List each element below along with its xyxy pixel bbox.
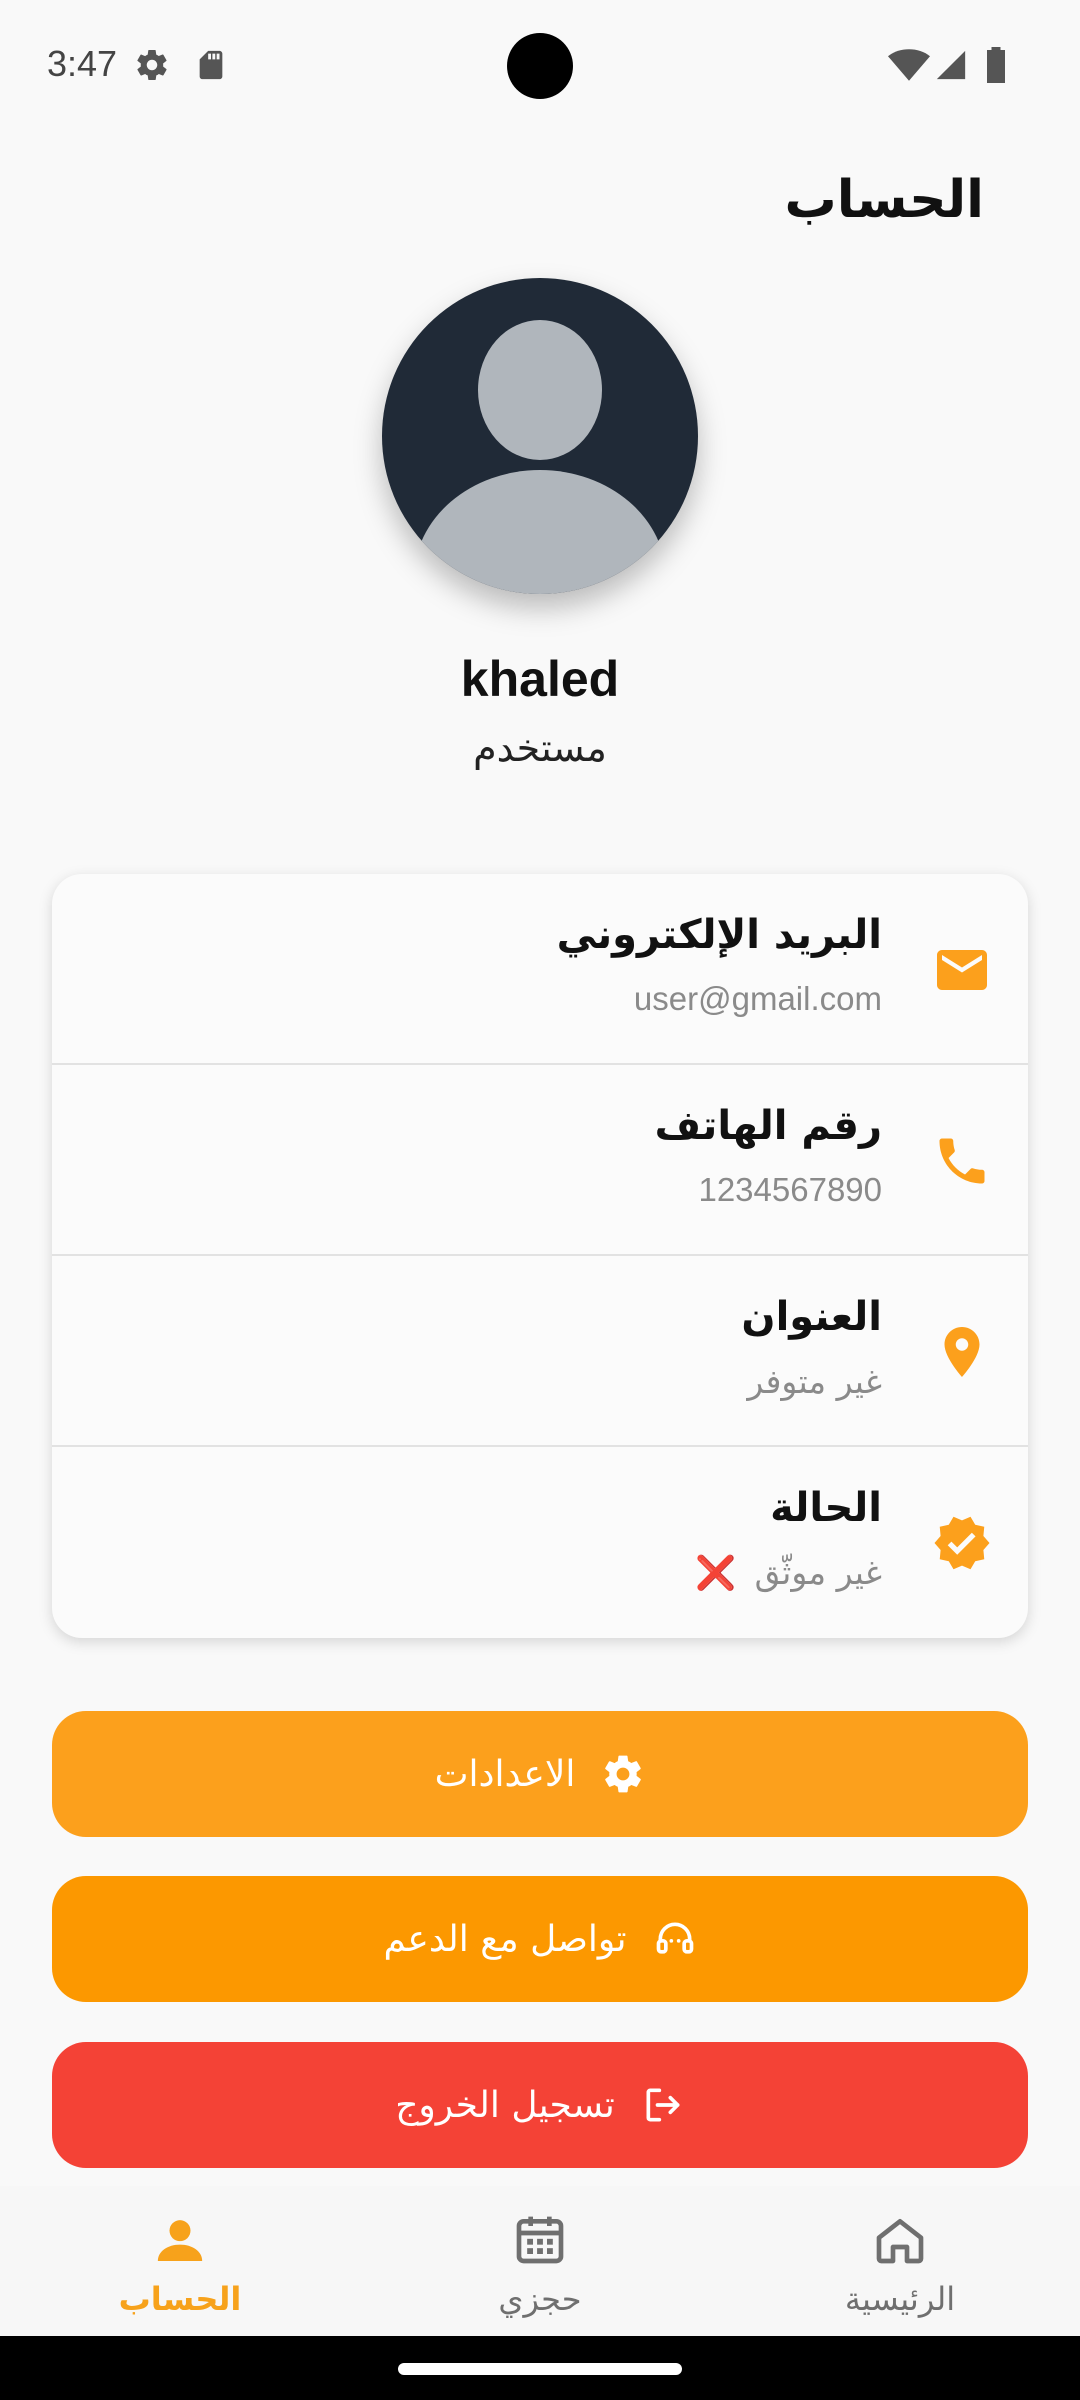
phone-icon — [939, 1138, 985, 1184]
phone-label: رقم الهاتف — [654, 1103, 882, 1149]
nav-label-bookings: حجزي — [498, 2280, 582, 2318]
battery-icon — [987, 47, 1005, 83]
verified-badge-icon — [934, 1516, 990, 1570]
settings-button[interactable]: الاعدادات — [52, 1711, 1028, 1837]
info-row-phone[interactable]: رقم الهاتف 1234567890 — [52, 1065, 1028, 1256]
home-gesture-handle[interactable] — [398, 2363, 682, 2375]
address-value: غير متوفر — [747, 1362, 882, 1401]
cellular-signal-icon — [936, 50, 966, 80]
bottom-navigation: الحساب حجزي الرئيسية — [0, 2186, 1080, 2336]
contact-support-button[interactable]: تواصل مع الدعم — [52, 1876, 1028, 2002]
headset-support-icon — [656, 1922, 693, 1954]
calendar-icon — [516, 2216, 564, 2264]
settings-status-icon — [137, 50, 167, 81]
person-icon — [157, 2220, 203, 2261]
location-pin-icon — [944, 1327, 980, 1377]
address-label: العنوان — [741, 1294, 882, 1340]
nav-label-account: الحساب — [118, 2280, 242, 2318]
support-button-label: تواصل مع الدعم — [383, 1918, 627, 1960]
wifi-icon — [888, 49, 930, 81]
phone-value: 1234567890 — [698, 1171, 882, 1208]
info-row-status[interactable]: الحالة غير موثّق ❌ — [52, 1447, 1028, 1638]
nav-item-bookings[interactable]: حجزي — [360, 2186, 720, 2336]
sd-card-icon — [199, 50, 223, 80]
logout-icon — [646, 2088, 680, 2122]
default-user-icon — [414, 320, 666, 594]
status-time: 3:47 — [47, 43, 118, 84]
status-bar: 3:47 — [0, 0, 1080, 130]
camera-cutout — [507, 33, 573, 99]
info-row-email[interactable]: البريد الإلكتروني user@gmail.com — [52, 874, 1028, 1065]
email-icon — [937, 950, 987, 990]
user-role: مستخدم — [473, 726, 607, 770]
info-row-address[interactable]: العنوان غير متوفر — [52, 1256, 1028, 1447]
logout-button[interactable]: تسجيل الخروج — [52, 2042, 1028, 2168]
user-name: khaled — [460, 651, 620, 707]
logout-button-label: تسجيل الخروج — [395, 2084, 615, 2126]
nav-label-home: الرئيسية — [844, 2280, 956, 2318]
not-verified-cross-icon: ❌ — [695, 1553, 737, 1592]
status-value-text: غير موثّق — [754, 1553, 882, 1592]
nav-item-home[interactable]: الرئيسية — [720, 2186, 1080, 2336]
status-value: غير موثّق ❌ — [695, 1553, 882, 1593]
avatar[interactable] — [382, 278, 698, 594]
profile-info-card: البريد الإلكتروني user@gmail.com رقم اله… — [52, 874, 1028, 1638]
email-label: البريد الإلكتروني — [556, 912, 882, 958]
home-icon — [876, 2219, 924, 2264]
page-title: الحساب — [784, 170, 984, 230]
status-label: الحالة — [770, 1485, 882, 1531]
gear-icon — [605, 1755, 642, 1793]
settings-button-label: الاعدادات — [434, 1753, 576, 1795]
nav-item-account[interactable]: الحساب — [0, 2186, 360, 2336]
email-value: user@gmail.com — [633, 980, 882, 1017]
